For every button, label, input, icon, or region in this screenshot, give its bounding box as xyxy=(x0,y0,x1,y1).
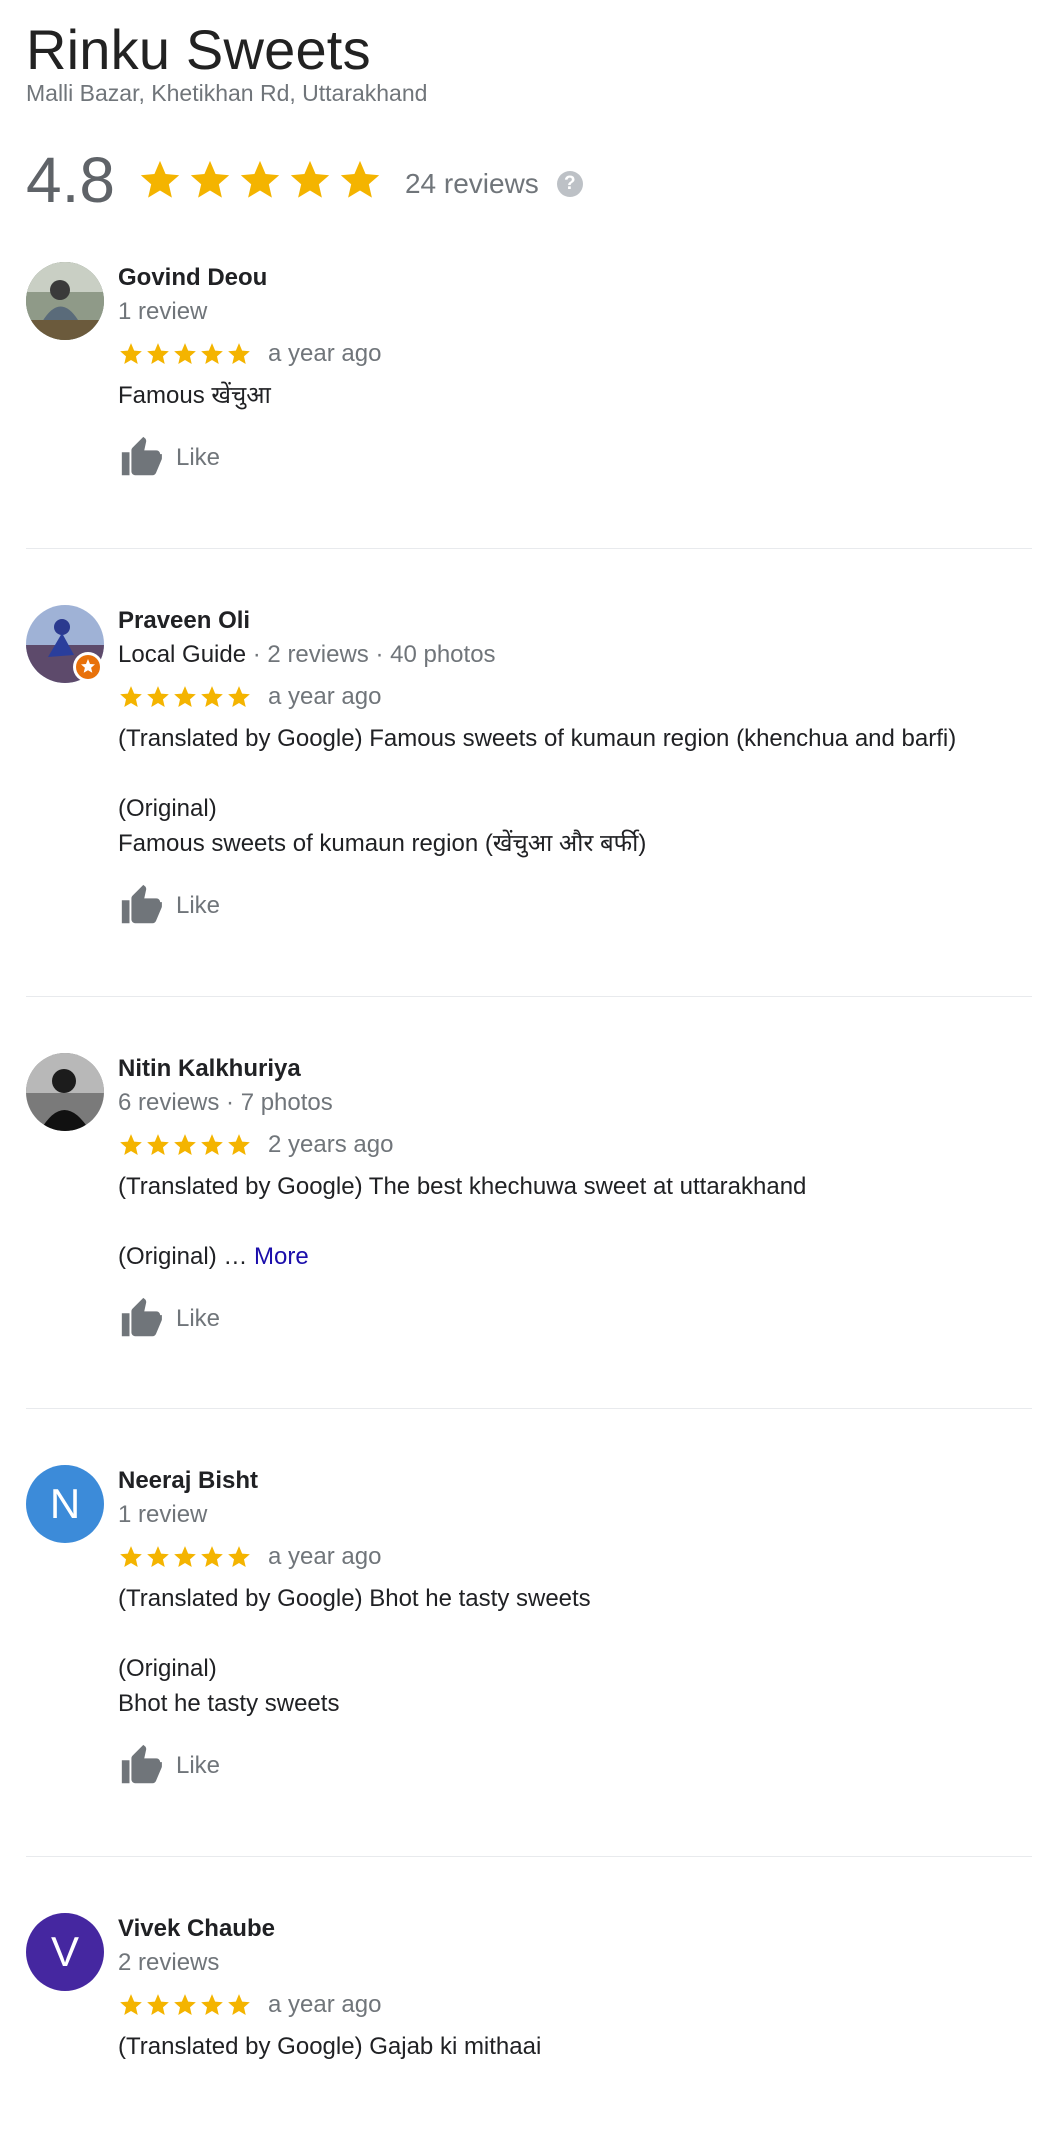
author-stats: · 2 reviews · 40 photos xyxy=(246,641,496,668)
rating-summary: 4.8 24 reviews ? xyxy=(26,145,583,215)
avatar[interactable] xyxy=(26,605,104,683)
like-button[interactable]: Like xyxy=(118,1296,1032,1342)
review-stars xyxy=(118,1132,252,1158)
star-icon xyxy=(147,1546,169,1567)
place-title: Rinku Sweets xyxy=(26,18,371,81)
thumbs-up-icon xyxy=(121,1297,162,1337)
place-header: Rinku Sweets Malli Bazar, Khetikhan Rd, … xyxy=(26,14,427,107)
star-icon xyxy=(174,1994,196,2015)
avatar[interactable]: N xyxy=(26,1465,104,1543)
star-icon xyxy=(120,1134,142,1155)
star-icon xyxy=(190,160,230,198)
review-time: a year ago xyxy=(268,1543,382,1570)
review-time: a year ago xyxy=(268,683,382,710)
star-icon xyxy=(201,343,223,364)
review-stars xyxy=(118,684,252,710)
star-icon xyxy=(228,343,250,364)
review-text-translated: (Translated by Google) Famous sweets of … xyxy=(118,725,957,752)
like-button[interactable]: Like xyxy=(118,1743,1032,1789)
rating-score: 4.8 xyxy=(26,144,115,216)
review-original-line: (Original) … More xyxy=(118,1239,1032,1274)
divider xyxy=(26,996,1032,997)
star-icon xyxy=(147,1994,169,2015)
review-text-translated: (Translated by Google) Bhot he tasty swe… xyxy=(118,1585,591,1612)
star-icon xyxy=(228,1994,250,2015)
star-icon xyxy=(174,343,196,364)
star-icon xyxy=(120,686,142,707)
review-stars xyxy=(118,1992,252,2018)
star-icon xyxy=(174,1134,196,1155)
star-icon xyxy=(228,1546,250,1567)
review-count[interactable]: 24 reviews xyxy=(405,168,539,200)
star-icon xyxy=(290,160,330,198)
review-original-label: (Original) xyxy=(118,1655,217,1682)
star-icon xyxy=(120,1546,142,1567)
like-label: Like xyxy=(176,1305,221,1332)
thumbs-up-icon xyxy=(121,884,162,924)
review-stars xyxy=(118,1544,252,1570)
avatar[interactable] xyxy=(26,262,104,340)
author-meta: 1 review xyxy=(118,1501,208,1528)
star-icon xyxy=(147,343,169,364)
review-text-translated: (Translated by Google) The best khechuwa… xyxy=(118,1173,807,1200)
review-text-original: Bhot he tasty sweets xyxy=(118,1690,340,1717)
avatar[interactable]: V xyxy=(26,1913,104,1991)
divider xyxy=(26,548,1032,549)
author-meta: 6 reviews · 7 photos xyxy=(118,1089,333,1116)
star-icon xyxy=(120,343,142,364)
like-button[interactable]: Like xyxy=(118,883,1032,929)
star-icon xyxy=(201,1546,223,1567)
review-text: Famous खेंचुआ xyxy=(118,382,271,409)
divider xyxy=(26,1856,1032,1857)
rating-stars xyxy=(137,157,383,203)
author-meta: 1 review xyxy=(118,298,208,325)
star-icon xyxy=(201,686,223,707)
help-icon[interactable]: ? xyxy=(556,171,583,197)
author-name[interactable]: Govind Deou xyxy=(118,262,1032,294)
review-stars xyxy=(118,341,252,367)
author-name[interactable]: Nitin Kalkhuriya xyxy=(118,1053,1032,1085)
more-link[interactable]: More xyxy=(254,1243,309,1270)
review-original-label: (Original) … xyxy=(118,1243,255,1270)
review-text-original: Famous sweets of kumaun region (खेंचुआ औ… xyxy=(118,830,647,857)
author-name[interactable]: Vivek Chaube xyxy=(118,1913,1032,1945)
star-icon xyxy=(201,1134,223,1155)
like-button[interactable]: Like xyxy=(118,435,1032,481)
local-guide-label: Local Guide xyxy=(118,641,247,668)
star-icon xyxy=(228,686,250,707)
star-icon xyxy=(120,1994,142,2015)
star-icon xyxy=(174,1546,196,1567)
review-time: a year ago xyxy=(268,1991,382,2018)
author-name[interactable]: Neeraj Bisht xyxy=(118,1465,1032,1497)
star-icon xyxy=(240,160,280,198)
star-icon xyxy=(201,1994,223,2015)
author-meta: Local Guide · 2 reviews · 40 photos xyxy=(118,637,1032,673)
review-original-label: (Original) xyxy=(118,795,217,822)
author-name[interactable]: Praveen Oli xyxy=(118,605,1032,637)
star-icon xyxy=(340,160,380,198)
star-icon xyxy=(147,686,169,707)
star-icon xyxy=(228,1134,250,1155)
thumbs-up-icon xyxy=(121,436,162,476)
divider xyxy=(26,1408,1032,1409)
thumbs-up-icon xyxy=(121,1744,162,1784)
place-address: Malli Bazar, Khetikhan Rd, Uttarakhand xyxy=(26,80,428,106)
like-label: Like xyxy=(176,1752,221,1779)
review-time: 2 years ago xyxy=(268,1131,394,1158)
avatar[interactable] xyxy=(26,1053,104,1131)
like-label: Like xyxy=(176,892,221,919)
like-label: Like xyxy=(176,444,221,471)
review-time: a year ago xyxy=(268,340,382,367)
reviews-page: Rinku Sweets Malli Bazar, Khetikhan Rd, … xyxy=(0,0,1050,2138)
review-text-translated: (Translated by Google) Gajab ki mithaai xyxy=(118,2033,542,2060)
star-icon xyxy=(174,686,196,707)
star-icon xyxy=(140,160,180,198)
author-meta: 2 reviews xyxy=(118,1949,220,1976)
star-icon xyxy=(147,1134,169,1155)
